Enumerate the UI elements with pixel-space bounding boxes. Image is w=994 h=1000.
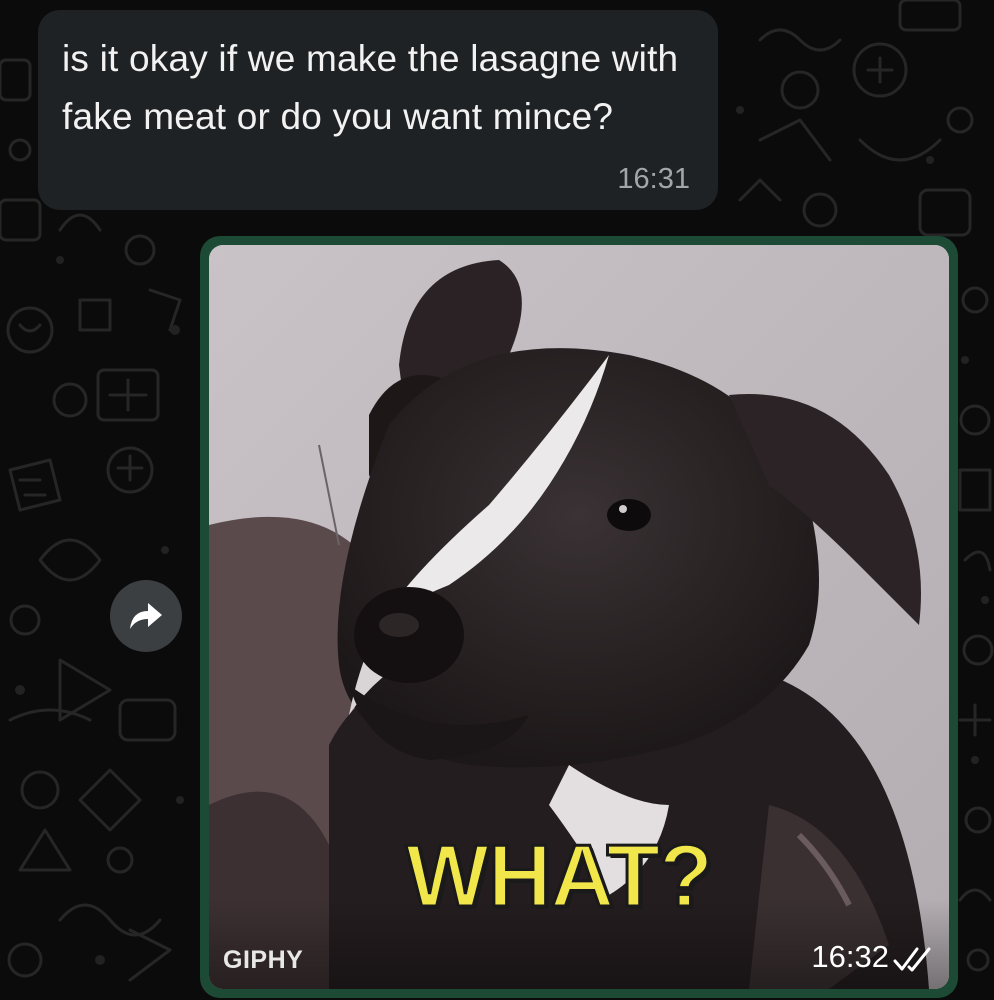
incoming-message-bubble[interactable]: is it okay if we make the lasagne with f… [38,10,718,210]
giphy-attribution: GIPHY [223,946,304,974]
double-check-icon [893,947,931,972]
forward-button[interactable] [110,580,182,652]
gif-media[interactable]: WHAT? GIPHY 16:32 [209,245,949,989]
incoming-message-time: 16:31 [617,163,690,195]
forward-arrow-icon [130,603,162,629]
outgoing-message-time: 16:32 [811,939,889,974]
gif-caption: WHAT? [404,825,714,927]
incoming-message-text: is it okay if we make the lasagne with f… [62,38,679,137]
outgoing-gif-bubble[interactable]: WHAT? GIPHY 16:32 [200,236,958,998]
